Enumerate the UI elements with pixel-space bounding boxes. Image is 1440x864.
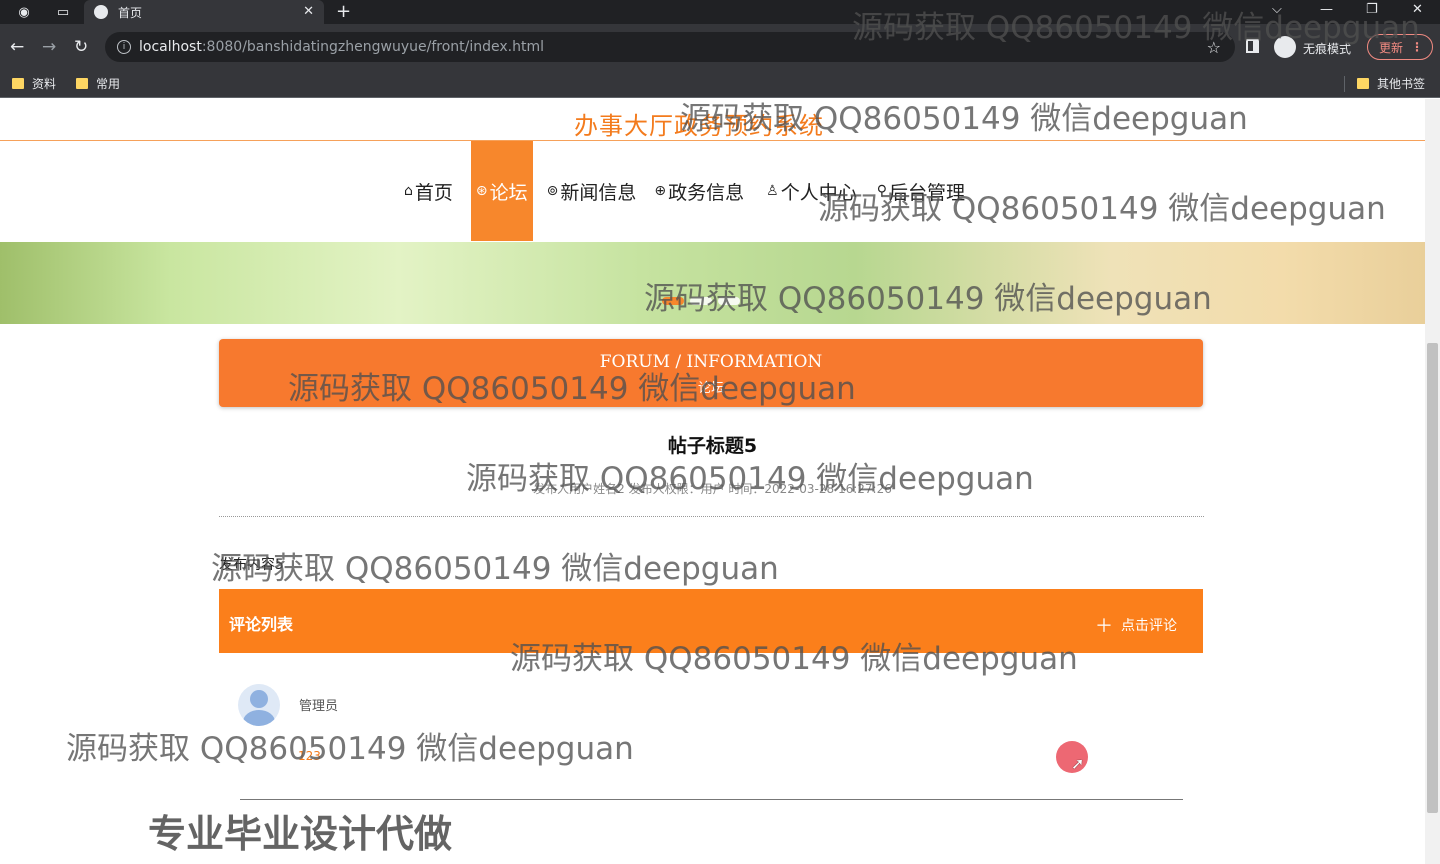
nav-user-center[interactable]: ♙ 个人中心 [762, 141, 861, 241]
other-bookmarks[interactable]: 其他书签 [1357, 75, 1425, 92]
nav-label: 政务信息 [668, 181, 745, 204]
chrome-menu-icon[interactable]: ◉ [15, 3, 33, 21]
bookmark-folder-changyong[interactable]: 常用 [76, 75, 120, 92]
close-window-icon[interactable]: ✕ [1412, 2, 1423, 17]
minimize-icon[interactable]: — [1320, 2, 1333, 17]
incognito-icon [1274, 36, 1296, 58]
carousel-dot[interactable] [662, 297, 684, 305]
tab-list-icon[interactable]: ⌵ [1272, 2, 1282, 17]
nav-admin[interactable]: ⚲ 后台管理 [873, 141, 969, 241]
bookmarks-bar: 资料 常用 其他书签 [0, 70, 1440, 98]
comment-username: 管理员 [299, 699, 339, 714]
plus-icon: ＋ [1095, 616, 1113, 637]
globe-icon [94, 5, 108, 19]
bookmark-label: 其他书签 [1377, 77, 1426, 91]
bookmark-folder-ziliao[interactable]: 资料 [12, 75, 56, 92]
carousel-dot[interactable] [690, 297, 712, 305]
user-icon: ♙ [766, 183, 779, 199]
post-content: 发布内容5 [219, 557, 284, 573]
more-icon[interactable]: ⋮ [1411, 40, 1423, 54]
tab-title: 首页 [118, 5, 143, 20]
globe-icon: ⊕ [654, 183, 667, 199]
forum-header-chinese: 论坛 [697, 381, 724, 396]
mouse-cursor-icon: ➚ [1071, 754, 1085, 773]
nav-label: 首页 [414, 181, 453, 204]
nav-home[interactable]: ⌂ 首页 [400, 141, 457, 241]
avatar [238, 684, 280, 726]
forum-header: FORUM / INFORMATION 论坛 [219, 339, 1203, 407]
nav-forum[interactable]: ⊛ 论坛 [470, 141, 533, 241]
bookmark-separator [1344, 76, 1345, 92]
folder-icon [1357, 78, 1369, 89]
close-tab-icon[interactable]: ✕ [303, 4, 314, 19]
post-title: 帖子标题5 [667, 435, 758, 457]
comment-text: 123 [298, 749, 321, 763]
bookmark-star-icon[interactable]: ☆ [1207, 38, 1221, 57]
page-viewport: 办事大厅政务预约系统 ⌂ 首页 ⊛ 论坛 ⊚ 新闻信息 ⊕ 政务信息 ♙ 个人中… [0, 99, 1425, 864]
tab-search-icon[interactable]: ▭ [54, 3, 72, 21]
new-tab-icon[interactable]: + [336, 1, 351, 22]
browser-tab[interactable]: 首页 ✕ [84, 0, 324, 24]
update-button[interactable]: 更新 ⋮ [1367, 34, 1433, 60]
reload-icon[interactable]: ↻ [74, 37, 88, 57]
page-scrollbar[interactable] [1425, 99, 1440, 864]
comment-divider [240, 799, 1183, 800]
scrollbar-thumb[interactable] [1427, 343, 1438, 813]
folder-icon [12, 78, 24, 89]
bookmark-label: 资料 [32, 77, 57, 91]
post-meta: 发布人用户姓名2 发布人权限：用户 时间：2022-03-28 16:27:26 [533, 482, 892, 496]
browser-tab-bar: ◉ ▭ 首页 ✕ + ⌵ — ❐ ✕ [0, 0, 1440, 24]
folder-icon [76, 78, 88, 89]
main-nav: ⌂ 首页 ⊛ 论坛 ⊚ 新闻信息 ⊕ 政务信息 ♙ 个人中心 ⚲ 后台管理 [400, 141, 969, 241]
news-icon: ⊚ [546, 183, 559, 199]
site-title: 办事大厅政务预约系统 [574, 112, 824, 140]
bookmark-label: 常用 [96, 77, 121, 91]
nav-news[interactable]: ⊚ 新闻信息 [543, 141, 641, 241]
forward-icon[interactable]: → [42, 37, 56, 57]
nav-label: 后台管理 [889, 181, 966, 204]
forum-header-english: FORUM / INFORMATION [599, 352, 823, 372]
carousel-indicators [662, 297, 740, 305]
nav-label: 新闻信息 [560, 181, 637, 204]
comment-list-title: 评论列表 [229, 615, 294, 634]
url-host: localhost [139, 39, 202, 55]
nav-label: 个人中心 [780, 181, 857, 204]
site-info-icon[interactable]: i [117, 40, 131, 54]
incognito-label: 无痕模式 [1303, 42, 1352, 56]
url-input[interactable]: i localhost :8080/banshidatingzhengwuyue… [105, 32, 1235, 62]
hero-banner [0, 242, 1425, 324]
forum-icon: ⊛ [475, 183, 488, 199]
carousel-dot[interactable] [718, 297, 740, 305]
restore-icon[interactable]: ❐ [1366, 2, 1378, 17]
nav-label: 论坛 [489, 181, 528, 204]
home-icon: ⌂ [404, 183, 413, 199]
url-path: :8080/banshidatingzhengwuyue/front/index… [201, 39, 544, 55]
back-icon[interactable]: ← [10, 37, 24, 57]
update-label: 更新 [1379, 40, 1404, 55]
link-icon: ⚲ [876, 183, 887, 199]
side-panel-icon[interactable] [1246, 39, 1259, 53]
nav-affairs[interactable]: ⊕ 政务信息 [650, 141, 748, 241]
add-comment-label: 点击评论 [1121, 618, 1177, 634]
add-comment-button[interactable]: ＋ 点击评论 [1095, 612, 1177, 638]
comment-list-header: 评论列表 ＋ 点击评论 [219, 589, 1203, 653]
address-bar-row: ← → ↻ i localhost :8080/banshidatingzhen… [0, 24, 1440, 70]
post-divider [219, 516, 1204, 517]
watermark-big: 专业毕业设计代做 [148, 812, 453, 856]
